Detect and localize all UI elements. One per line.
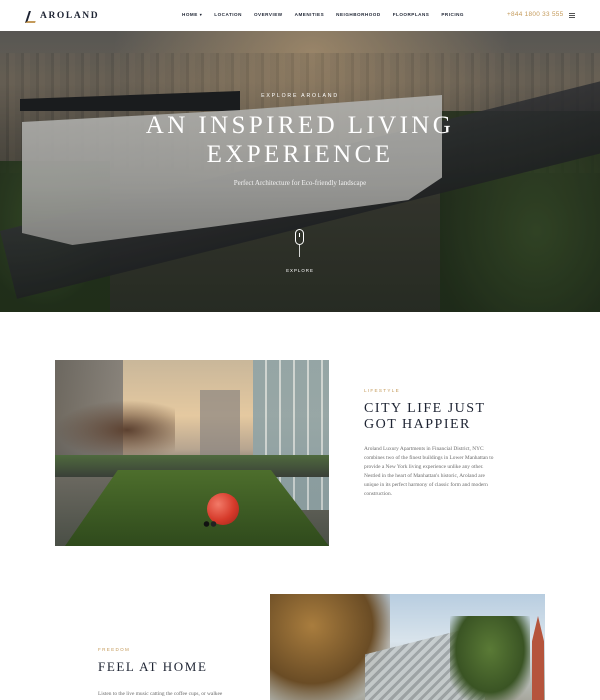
- site-header: AROLAND HOME ▾ LOCATION OVERVIEW AMENITI…: [0, 0, 600, 32]
- hero-title-line-2: EXPERIENCE: [206, 141, 394, 168]
- chevron-down-icon: ▾: [199, 12, 203, 17]
- hero-banner: EXPLORE AROLAND AN INSPIRED LIVING EXPER…: [0, 31, 600, 312]
- hero-title-line-1: AN INSPIRED LIVING: [145, 112, 455, 139]
- scroll-indicator-line: [299, 245, 300, 257]
- nav-item-location[interactable]: LOCATION: [214, 12, 242, 17]
- logo-mark-icon: [26, 11, 36, 21]
- nav-item-overview[interactable]: OVERVIEW: [254, 12, 283, 17]
- nav-item-label: NEIGHBORHOOD: [336, 12, 381, 17]
- hero-kicker: EXPLORE AROLAND: [261, 93, 339, 99]
- section-label-lifestyle: LIFESTYLE: [364, 388, 400, 393]
- nav-item-pricing[interactable]: PRICING: [441, 12, 464, 17]
- hero-subtitle: Perfect Architecture for Eco-friendly la…: [233, 179, 367, 187]
- section-title-line-1: CITY LIFE JUST: [364, 401, 486, 416]
- nav-item-label: LOCATION: [214, 12, 242, 17]
- section-body-freedom: Listen to the live music catting the cof…: [98, 691, 223, 697]
- nav-item-label: HOME: [182, 12, 198, 17]
- nav-item-home[interactable]: HOME ▾: [182, 12, 202, 17]
- photo-green-tree: [450, 616, 530, 700]
- courtyard-photo: [270, 594, 545, 700]
- hero-title: AN INSPIRED LIVING EXPERIENCE: [0, 111, 600, 169]
- section-label-freedom: FREEDOM: [98, 647, 131, 652]
- logo-text: AROLAND: [40, 10, 100, 21]
- mouse-scroll-icon[interactable]: [295, 229, 304, 245]
- section-title-lifestyle: CITY LIFE JUST GOT HAPPIER: [364, 401, 564, 433]
- section-title-line-2: GOT HAPPIER: [364, 417, 471, 432]
- hamburger-icon[interactable]: [569, 13, 575, 18]
- nav-item-label: AMENITIES: [294, 12, 325, 17]
- explore-label[interactable]: EXPLORE: [0, 268, 600, 273]
- photo-trees: [55, 400, 175, 460]
- rooftop-garden-photo: [55, 360, 329, 546]
- section-body-lifestyle: Aroland Luxury Apartments in Financial D…: [364, 446, 494, 497]
- photo-small-balls: [203, 521, 217, 527]
- nav-item-floorplans[interactable]: FLOORPLANS: [393, 12, 430, 17]
- photo-church-spire: [532, 616, 544, 700]
- main-nav: HOME ▾ LOCATION OVERVIEW AMENITIES NEIGH…: [182, 12, 464, 17]
- nav-item-neighborhood[interactable]: NEIGHBORHOOD: [336, 12, 381, 17]
- phone-number[interactable]: +844 1800 33 555: [507, 11, 564, 18]
- nav-item-amenities[interactable]: AMENITIES: [295, 12, 325, 17]
- nav-item-label: OVERVIEW: [253, 12, 283, 17]
- nav-item-label: FLOORPLANS: [392, 12, 430, 17]
- nav-item-label: PRICING: [441, 12, 465, 17]
- section-title-freedom: FEEL AT HOME: [98, 659, 208, 674]
- logo[interactable]: AROLAND: [26, 9, 99, 22]
